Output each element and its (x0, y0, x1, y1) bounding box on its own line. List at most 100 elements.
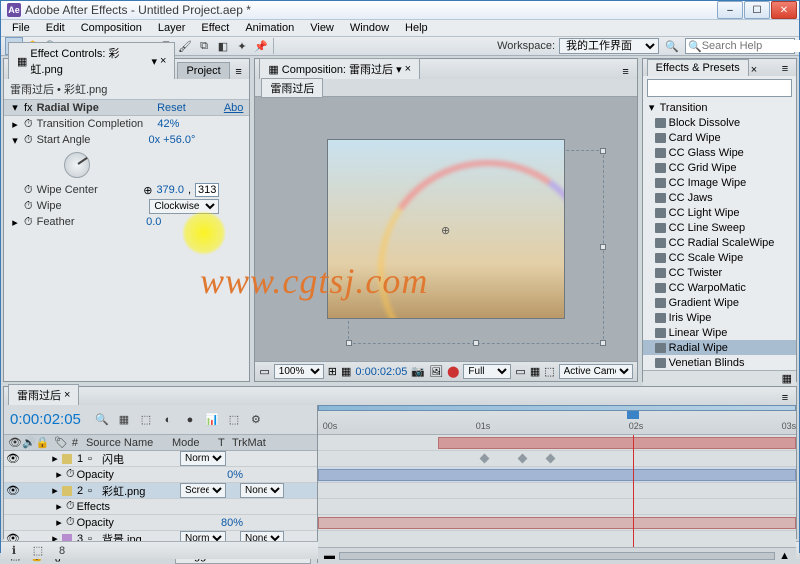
composition-viewer[interactable]: ⊕ (255, 97, 636, 361)
tab-close-icon[interactable]: × (751, 64, 757, 76)
tab-composition[interactable]: ▦Composition: 雷雨过后▾× (259, 58, 420, 79)
layer-property-row[interactable]: ▸⏱ Effects (4, 499, 317, 515)
shy-icon[interactable]: ⬚ (137, 411, 155, 429)
col-mode[interactable]: Mode (172, 437, 218, 449)
layer-name[interactable]: 闪电 (102, 451, 178, 467)
preset-item[interactable]: CC Jaws (643, 190, 796, 205)
tab-project[interactable]: Project (177, 62, 229, 79)
workspace-select[interactable]: 我的工作界面 (559, 38, 659, 54)
search-icon[interactable]: 🔍 (93, 411, 111, 429)
stopwatch-icon[interactable]: ⏱ (24, 118, 33, 131)
menu-window[interactable]: Window (343, 20, 396, 36)
transparency-icon[interactable]: ▦ (530, 365, 540, 378)
layer-property-row[interactable]: ▸⏱ Opacity0% (4, 467, 317, 483)
preset-item[interactable]: CC Light Wipe (643, 205, 796, 220)
crosshair-icon[interactable]: ⊕ (143, 184, 152, 197)
timeline-tracks[interactable]: 00s 01s 02s 03s ▬ (318, 405, 796, 563)
preset-item[interactable]: Block Dissolve (643, 115, 796, 130)
comp-subtab[interactable]: 雷雨过后 (261, 78, 323, 98)
stopwatch-icon[interactable]: ⏱ (24, 200, 33, 213)
col-trkmat[interactable]: TrkMat (232, 437, 266, 449)
minimize-button[interactable]: – (717, 1, 743, 19)
stopwatch-icon[interactable]: ⏱ (24, 216, 33, 229)
brain-icon[interactable]: ⚙ (247, 411, 265, 429)
view-select[interactable]: Active Came (559, 364, 633, 379)
bit-icon[interactable]: 8 (53, 542, 71, 560)
grid-icon[interactable]: ▦ (341, 365, 351, 378)
stopwatch-icon[interactable]: ⏱ (66, 468, 75, 481)
effect-name[interactable]: Radial Wipe (37, 102, 99, 114)
prop-value[interactable]: 80% (221, 517, 243, 529)
preset-item[interactable]: CC Radial ScaleWipe (643, 235, 796, 250)
menu-edit[interactable]: Edit (39, 20, 72, 36)
eraser-tool[interactable]: ◧ (214, 37, 232, 55)
twirl-icon[interactable]: ▸ (54, 500, 64, 513)
menu-animation[interactable]: Animation (238, 20, 301, 36)
panel-menu-icon[interactable]: ≡ (619, 65, 633, 79)
twirl-icon[interactable]: ▸ (54, 516, 64, 529)
new-folder-icon[interactable]: ▦ (782, 372, 792, 385)
twirl-icon[interactable]: ▾ (10, 134, 20, 147)
twirl-icon[interactable]: ▸ (54, 468, 64, 481)
about-link[interactable]: Abo (224, 102, 244, 114)
channel-icon[interactable]: ⬤ (447, 365, 459, 378)
panel-menu-icon[interactable]: ≡ (232, 65, 246, 79)
preset-item[interactable]: CC Line Sweep (643, 220, 796, 235)
3d-icon[interactable]: ⬚ (544, 365, 554, 378)
preset-item[interactable]: CC Glass Wipe (643, 145, 796, 160)
zoom-in-icon[interactable]: ▲ (779, 550, 790, 562)
ep-category[interactable]: ▾Transition (643, 100, 796, 115)
visibility-icon[interactable]: 👁 (6, 452, 18, 465)
reset-link[interactable]: Reset (157, 102, 186, 114)
layer-name[interactable]: 彩虹.png (102, 483, 178, 499)
tab-dropdown-icon[interactable]: ▾ (396, 63, 402, 76)
zoom-select[interactable]: 100% (274, 364, 324, 379)
twirl-icon[interactable]: ▸ (10, 216, 20, 229)
ep-search-input[interactable] (648, 82, 791, 94)
twirl-icon[interactable]: ▸ (50, 484, 60, 497)
ep-tree[interactable]: ▾Transition Block DissolveCard WipeCC Gl… (643, 100, 796, 370)
tab-close-icon[interactable]: × (160, 55, 166, 67)
preset-item[interactable]: Linear Wipe (643, 325, 796, 340)
handle[interactable] (473, 340, 479, 346)
stopwatch-icon[interactable]: ⏱ (24, 184, 33, 197)
prop-feather-value[interactable]: 0.0 (146, 216, 161, 228)
panel-menu-icon[interactable]: ≡ (778, 391, 792, 405)
roto-tool[interactable]: ✦ (233, 37, 251, 55)
close-button[interactable]: ✕ (771, 1, 797, 19)
cti-line[interactable] (633, 435, 634, 547)
menu-file[interactable]: File (5, 20, 37, 36)
twirl-icon[interactable]: ▸ (50, 452, 60, 465)
menu-help[interactable]: Help (398, 20, 435, 36)
preset-item[interactable]: Venetian Blinds (643, 355, 796, 370)
anchor-icon[interactable]: ⊕ (441, 224, 451, 234)
layer-row[interactable]: 👁▸1▫闪电Norma (4, 451, 317, 467)
render-icon[interactable]: ⬚ (29, 542, 47, 560)
preset-item[interactable]: Radial Wipe (643, 340, 796, 355)
tab-effect-controls[interactable]: ▦Effect Controls: 彩虹.png▾× (8, 42, 175, 79)
snapshot-icon[interactable]: 📷 (411, 365, 425, 378)
prop-center-y[interactable]: 313 (195, 183, 219, 197)
stopwatch-icon[interactable]: ⏱ (66, 500, 75, 513)
tab-effects-presets[interactable]: Effects & Presets (647, 59, 749, 76)
preset-item[interactable]: CC Scale Wipe (643, 250, 796, 265)
stopwatch-icon[interactable]: ⏱ (66, 516, 75, 529)
info-icon[interactable]: ℹ (5, 542, 23, 560)
keyframe[interactable] (517, 454, 527, 464)
preset-item[interactable]: CC Image Wipe (643, 175, 796, 190)
search-input[interactable] (702, 40, 800, 52)
preset-item[interactable]: CC Grid Wipe (643, 160, 796, 175)
menu-view[interactable]: View (303, 20, 341, 36)
graph-icon[interactable]: 📊 (203, 411, 221, 429)
trkmat-select[interactable]: None (240, 483, 284, 498)
tab-close-icon[interactable]: × (64, 389, 70, 401)
draft3d-icon[interactable]: ⬚ (225, 411, 243, 429)
menu-composition[interactable]: Composition (74, 20, 149, 36)
keyframe[interactable] (479, 454, 489, 464)
menu-effect[interactable]: Effect (194, 20, 236, 36)
prop-value[interactable]: 0% (227, 469, 243, 481)
tab-close-icon[interactable]: × (405, 63, 411, 75)
preset-item[interactable]: Card Wipe (643, 130, 796, 145)
preset-item[interactable]: CC Twister (643, 265, 796, 280)
label-color[interactable] (62, 454, 72, 464)
